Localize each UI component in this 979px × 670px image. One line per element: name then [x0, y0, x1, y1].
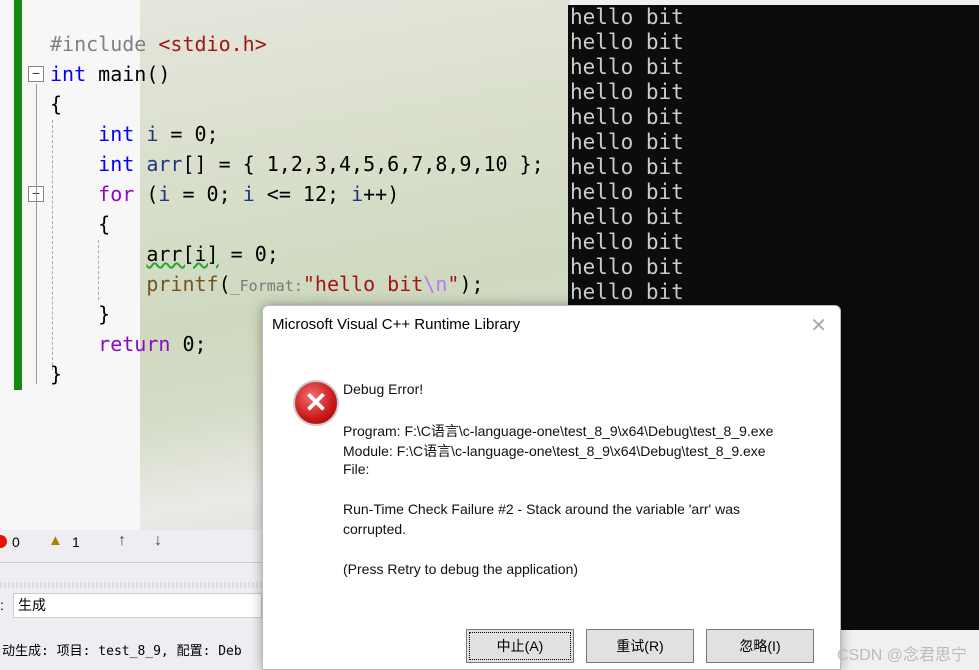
console-line: hello bit [570, 105, 684, 129]
code-line[interactable]: printf(_Format:"hello bit\n"); [50, 269, 484, 299]
console-line: hello bit [570, 80, 684, 104]
code-token-plain: } [50, 362, 63, 386]
arrow-up-icon[interactable]: ↑ [118, 532, 126, 550]
code-token-kw: int [98, 122, 135, 146]
code-token-str: " [447, 272, 460, 296]
fold-guide [36, 84, 37, 384]
abort-button[interactable]: 中止(A) [466, 629, 574, 663]
code-token-kw: int [50, 62, 87, 86]
code-line[interactable]: #include <stdio.h> [50, 29, 267, 59]
code-line[interactable]: arr[i] = 0; [50, 239, 279, 269]
code-token-plain: main() [86, 62, 171, 86]
watermark: CSDN @念君思宁 [836, 647, 967, 664]
output-source-label: : [0, 597, 4, 613]
code-token-plain: 0; [170, 332, 207, 356]
runtime-error-dialog: Microsoft Visual C++ Runtime Library ✕ ✕… [262, 305, 841, 670]
code-token-squig: arr[i] [146, 242, 219, 266]
program-path: Program: F:\C语言\c-language-one\test_8_9\… [343, 423, 774, 439]
console-line: hello bit [570, 55, 684, 79]
console-line: hello bit [570, 205, 684, 229]
console-line: hello bit [570, 230, 684, 254]
code-token-plain: ( [134, 182, 159, 206]
code-line[interactable]: for (i = 0; i <= 12; i++) [50, 179, 399, 209]
code-line[interactable]: } [50, 359, 62, 389]
fold-main-icon[interactable]: − [28, 66, 44, 82]
code-token-plain: [] = { 1,2,3,4,5,6,7,8,9,10 }; [182, 152, 544, 176]
console-line: hello bit [570, 155, 684, 179]
retry-button[interactable]: 重试(R) [586, 629, 694, 663]
console-line: hello bit [570, 5, 684, 29]
arrow-down-icon[interactable]: ↓ [154, 532, 162, 550]
change-tracking-bar [14, 0, 22, 390]
code-line[interactable]: int arr[] = { 1,2,3,4,5,6,7,8,9,10 }; [50, 149, 544, 179]
error-output-panel: 0 ▲ 1 ↑ ↓ : 生成 动生成: 项目: test_8_9, 配置: De… [0, 530, 262, 670]
code-token-plain: = 0; [158, 122, 219, 146]
warning-icon[interactable]: ▲ [48, 532, 63, 549]
code-token-ctl: return [98, 332, 171, 356]
code-line[interactable]: return 0; [50, 329, 207, 359]
code-token-var: i [242, 182, 255, 206]
module-path: Module: F:\C语言\c-language-one\test_8_9\x… [343, 443, 766, 459]
code-line[interactable]: } [50, 299, 110, 329]
code-token-plain: ( [218, 272, 231, 296]
output-text: 动生成: 项目: test_8_9, 配置: Deb [2, 644, 242, 659]
error-message-cont: corrupted. [343, 521, 407, 537]
code-token-plain: } [50, 302, 111, 326]
console-line: hello bit [570, 30, 684, 54]
error-message: Run-Time Check Failure #2 - Stack around… [343, 501, 740, 517]
code-token-plain: <= 12; [254, 182, 352, 206]
code-token-plain: { [50, 92, 63, 116]
code-token-var: i [146, 122, 159, 146]
error-icon: ✕ [293, 380, 339, 426]
code-token-pre: #include [50, 32, 159, 56]
code-token-plain: = 0; [218, 242, 279, 266]
code-line[interactable]: int main() [50, 59, 170, 89]
dialog-heading: Debug Error! [343, 381, 424, 397]
retry-hint: (Press Retry to debug the application) [343, 561, 579, 577]
code-token-plain: ++) [363, 182, 400, 206]
console-line: hello bit [570, 180, 684, 204]
output-source-select[interactable]: 生成 [13, 593, 262, 618]
close-icon[interactable]: ✕ [810, 313, 827, 338]
code-token-plain: ); [459, 272, 484, 296]
divider [0, 562, 262, 563]
code-line[interactable]: { [50, 89, 62, 119]
code-token-esc: \n [423, 272, 448, 296]
file-label: File: [343, 461, 370, 477]
code-line[interactable]: { [50, 209, 110, 239]
code-token-fn: printf [146, 272, 219, 296]
code-token-str: "hello bit [302, 272, 424, 296]
console-line: hello bit [570, 255, 684, 279]
code-token-hint: _Format: [230, 277, 303, 295]
code-token-var: arr [146, 152, 183, 176]
console-line: hello bit [570, 130, 684, 154]
dialog-title: Microsoft Visual C++ Runtime Library [272, 316, 521, 333]
error-count[interactable]: 0 [12, 534, 20, 550]
code-token-plain: { [50, 212, 111, 236]
ignore-button[interactable]: 忽略(I) [706, 629, 814, 663]
splitter[interactable] [0, 582, 262, 588]
warning-count[interactable]: 1 [72, 534, 80, 550]
error-icon[interactable] [0, 535, 7, 548]
code-token-ctl: for [98, 182, 135, 206]
code-token-var: i [351, 182, 364, 206]
console-line: hello bit [570, 280, 684, 304]
code-token-inc: <stdio.h> [158, 32, 267, 56]
code-token-kw: int [98, 152, 135, 176]
code-token-plain: = 0; [170, 182, 243, 206]
code-line[interactable]: int i = 0; [50, 119, 219, 149]
code-token-var: i [158, 182, 171, 206]
